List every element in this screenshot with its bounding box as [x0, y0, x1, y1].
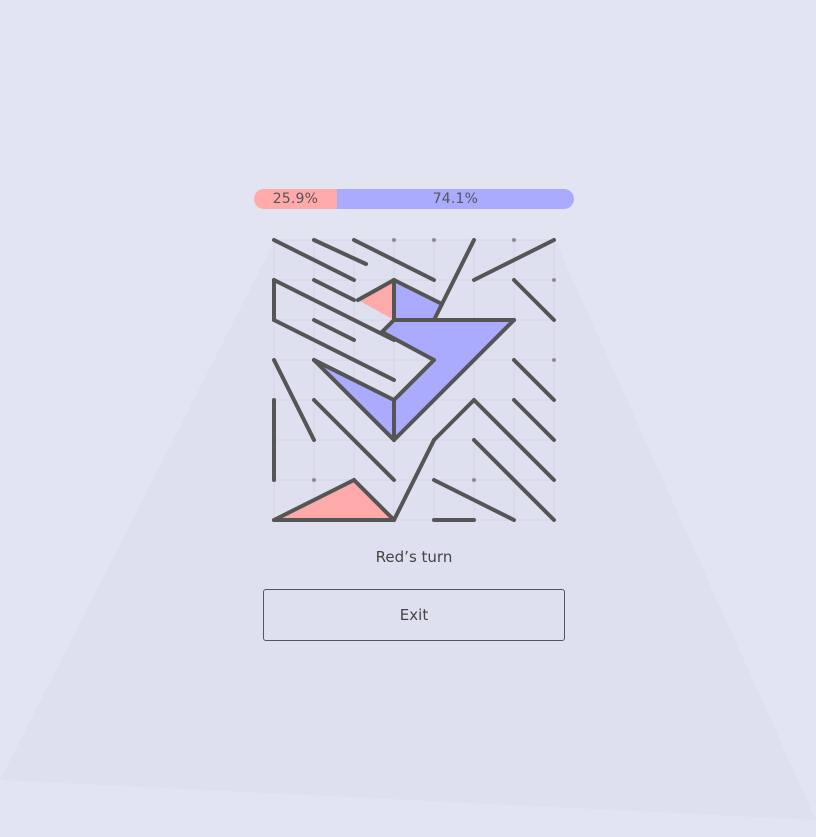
board-line [512, 278, 556, 322]
grid-dot[interactable] [552, 278, 556, 282]
blue-score: 74.1% [336, 189, 574, 209]
game-board[interactable] [262, 228, 566, 532]
grid-dot[interactable] [432, 238, 436, 242]
board-line [512, 398, 556, 442]
grid-dot[interactable] [472, 478, 476, 482]
board-line [312, 278, 356, 302]
grid-dot[interactable] [392, 238, 396, 242]
board-line [512, 358, 556, 402]
red-region [358, 280, 394, 320]
turn-indicator: Red’s turn [375, 548, 453, 566]
grid-dot[interactable] [552, 358, 556, 362]
drawn-lines [272, 238, 556, 522]
red-score: 25.9% [254, 189, 337, 209]
board-line [432, 398, 476, 442]
grid-dot[interactable] [312, 478, 316, 482]
grid-dot[interactable] [512, 238, 516, 242]
score-bar: 25.9% 74.1% [254, 189, 574, 209]
board-line [312, 318, 356, 342]
exit-button[interactable]: Exit [263, 589, 565, 641]
